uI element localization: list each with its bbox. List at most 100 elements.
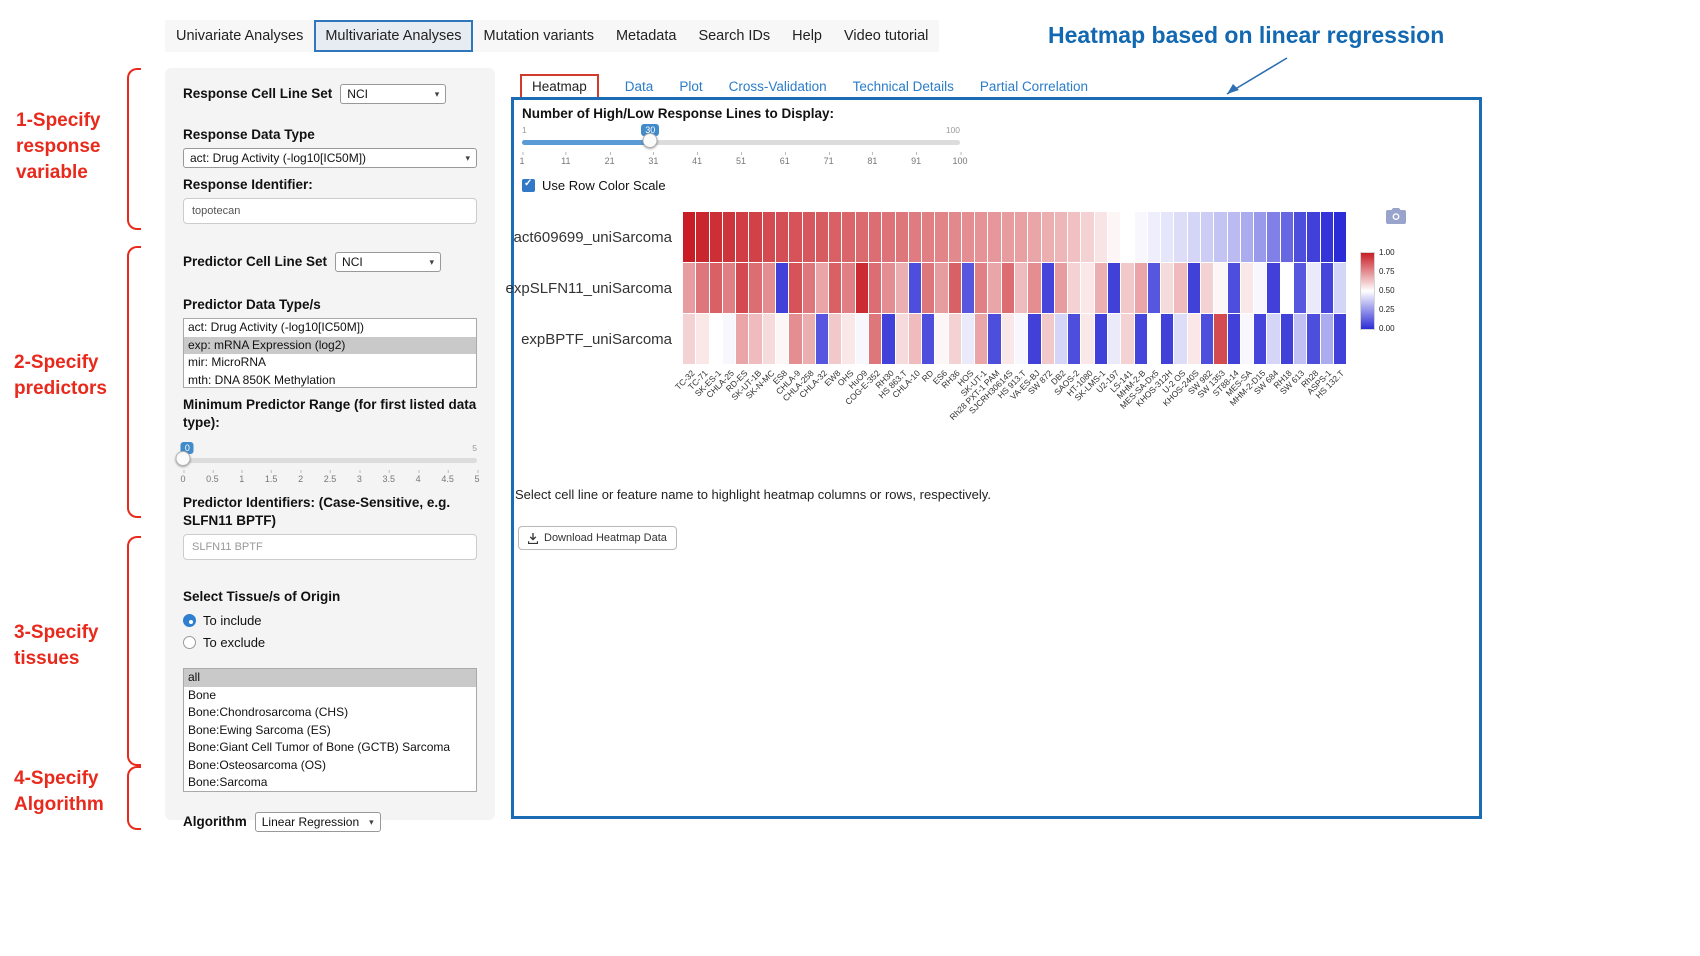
tissue-option-bone[interactable]: Bone [184, 687, 476, 705]
lines-slider-handle[interactable] [643, 133, 658, 148]
heatmap-cell[interactable] [1161, 314, 1173, 364]
heatmap-cell[interactable] [896, 212, 908, 262]
predictor-data-type-option-act-drug-activity-log10-ic50m[interactable]: act: Drug Activity (-log10[IC50M]) [184, 319, 476, 337]
heatmap-cell[interactable] [736, 263, 748, 313]
heatmap-cell[interactable] [683, 314, 695, 364]
heatmap-cell[interactable] [1135, 314, 1147, 364]
tab-heatmap[interactable]: Heatmap [520, 74, 599, 99]
heatmap-cell[interactable] [935, 212, 947, 262]
heatmap-cell[interactable] [1267, 314, 1279, 364]
nav-tab-search-ids[interactable]: Search IDs [687, 20, 781, 52]
heatmap-cell[interactable] [882, 314, 894, 364]
heatmap-cell[interactable] [696, 263, 708, 313]
heatmap-cell[interactable] [789, 314, 801, 364]
heatmap-cell[interactable] [975, 263, 987, 313]
heatmap-cell[interactable] [710, 314, 722, 364]
heatmap-cell[interactable] [736, 314, 748, 364]
response-data-type-select[interactable]: act: Drug Activity (-log10[IC50M]) ▾ [183, 148, 477, 168]
heatmap-cell[interactable] [1121, 212, 1133, 262]
heatmap-row-label-expslfn11-unisarcoma[interactable]: expSLFN11_uniSarcoma [500, 263, 680, 314]
predictor-data-type-option-exp-mrna-expression-log2[interactable]: exp: mRNA Expression (log2) [184, 337, 476, 355]
heatmap-cell[interactable] [896, 263, 908, 313]
heatmap-cell[interactable] [1241, 263, 1253, 313]
heatmap-cell[interactable] [856, 314, 868, 364]
predictor-data-type-list[interactable]: act: Drug Activity (-log10[IC50M])exp: m… [183, 318, 477, 388]
heatmap-cell[interactable] [1174, 314, 1186, 364]
nav-tab-metadata[interactable]: Metadata [605, 20, 687, 52]
tissue-include-radio[interactable] [183, 614, 196, 627]
heatmap-cell[interactable] [922, 314, 934, 364]
heatmap-cell[interactable] [856, 263, 868, 313]
heatmap-cell[interactable] [1307, 263, 1319, 313]
heatmap-cell[interactable] [1028, 314, 1040, 364]
heatmap-cell[interactable] [962, 263, 974, 313]
heatmap-cell[interactable] [909, 314, 921, 364]
heatmap-cell[interactable] [803, 314, 815, 364]
heatmap-cell[interactable] [696, 212, 708, 262]
heatmap-cell[interactable] [1321, 212, 1333, 262]
heatmap-cell[interactable] [1081, 314, 1093, 364]
nav-tab-mutation-variants[interactable]: Mutation variants [473, 20, 605, 52]
heatmap-cell[interactable] [869, 263, 881, 313]
heatmap-cell[interactable] [1121, 263, 1133, 313]
heatmap-cell[interactable] [1321, 314, 1333, 364]
heatmap-cell[interactable] [935, 263, 947, 313]
heatmap-cell[interactable] [1002, 314, 1014, 364]
heatmap-cell[interactable] [789, 212, 801, 262]
heatmap-cell[interactable] [922, 212, 934, 262]
heatmap-cell[interactable] [816, 314, 828, 364]
tissue-list[interactable]: allBoneBone:Chondrosarcoma (CHS)Bone:Ewi… [183, 668, 477, 792]
heatmap-cell[interactable] [1081, 263, 1093, 313]
heatmap-cell[interactable] [1188, 314, 1200, 364]
heatmap-cell[interactable] [1201, 263, 1213, 313]
heatmap-cell[interactable] [1254, 263, 1266, 313]
heatmap-cell[interactable] [1108, 314, 1120, 364]
heatmap-cell[interactable] [1321, 263, 1333, 313]
nav-tab-multivariate-analyses[interactable]: Multivariate Analyses [314, 20, 472, 52]
heatmap-cell[interactable] [1028, 263, 1040, 313]
heatmap-cell[interactable] [1294, 212, 1306, 262]
heatmap-cell[interactable] [749, 314, 761, 364]
predictor-range-track[interactable] [183, 458, 477, 463]
tissue-option-bone-chondrosarcoma-chs[interactable]: Bone:Chondrosarcoma (CHS) [184, 704, 476, 722]
tissue-option-all[interactable]: all [184, 669, 476, 687]
heatmap-cell[interactable] [710, 212, 722, 262]
response-cell-line-set-select[interactable]: NCI ▾ [340, 84, 446, 104]
heatmap-cell[interactable] [1108, 263, 1120, 313]
heatmap-cell[interactable] [803, 212, 815, 262]
heatmap-cell[interactable] [776, 263, 788, 313]
heatmap-cell[interactable] [829, 212, 841, 262]
heatmap-cell[interactable] [949, 314, 961, 364]
heatmap-cell[interactable] [1042, 263, 1054, 313]
heatmap-cell[interactable] [1281, 314, 1293, 364]
heatmap-cell[interactable] [1095, 212, 1107, 262]
heatmap-cell[interactable] [988, 212, 1000, 262]
heatmap-cell[interactable] [988, 314, 1000, 364]
heatmap-cell[interactable] [1334, 212, 1346, 262]
heatmap-cell[interactable] [842, 314, 854, 364]
heatmap-cell[interactable] [1148, 263, 1160, 313]
tab-partial-correlation[interactable]: Partial Correlation [980, 79, 1088, 94]
heatmap-cell[interactable] [1294, 263, 1306, 313]
heatmap-row-label-expbptf-unisarcoma[interactable]: expBPTF_uniSarcoma [500, 314, 680, 365]
heatmap-cell[interactable] [789, 263, 801, 313]
heatmap-cell[interactable] [842, 212, 854, 262]
heatmap-row-label-act609699-unisarcoma[interactable]: act609699_uniSarcoma [500, 212, 680, 263]
heatmap-cell[interactable] [1095, 314, 1107, 364]
algorithm-select[interactable]: Linear Regression ▾ [255, 812, 381, 832]
heatmap-cell[interactable] [1188, 263, 1200, 313]
heatmap-cell[interactable] [962, 314, 974, 364]
heatmap-cell[interactable] [1042, 314, 1054, 364]
heatmap-cell[interactable] [1028, 212, 1040, 262]
heatmap-cell[interactable] [1294, 314, 1306, 364]
heatmap-cell[interactable] [736, 212, 748, 262]
heatmap-cell[interactable] [1095, 263, 1107, 313]
download-heatmap-data-button[interactable]: Download Heatmap Data [518, 526, 677, 550]
predictor-range-handle[interactable] [176, 451, 191, 466]
heatmap-cell[interactable] [829, 263, 841, 313]
heatmap-cell[interactable] [1015, 263, 1027, 313]
predictor-cell-line-set-select[interactable]: NCI ▾ [335, 252, 441, 272]
heatmap-cell[interactable] [1307, 212, 1319, 262]
heatmap-cell[interactable] [988, 263, 1000, 313]
heatmap-cell[interactable] [1068, 263, 1080, 313]
